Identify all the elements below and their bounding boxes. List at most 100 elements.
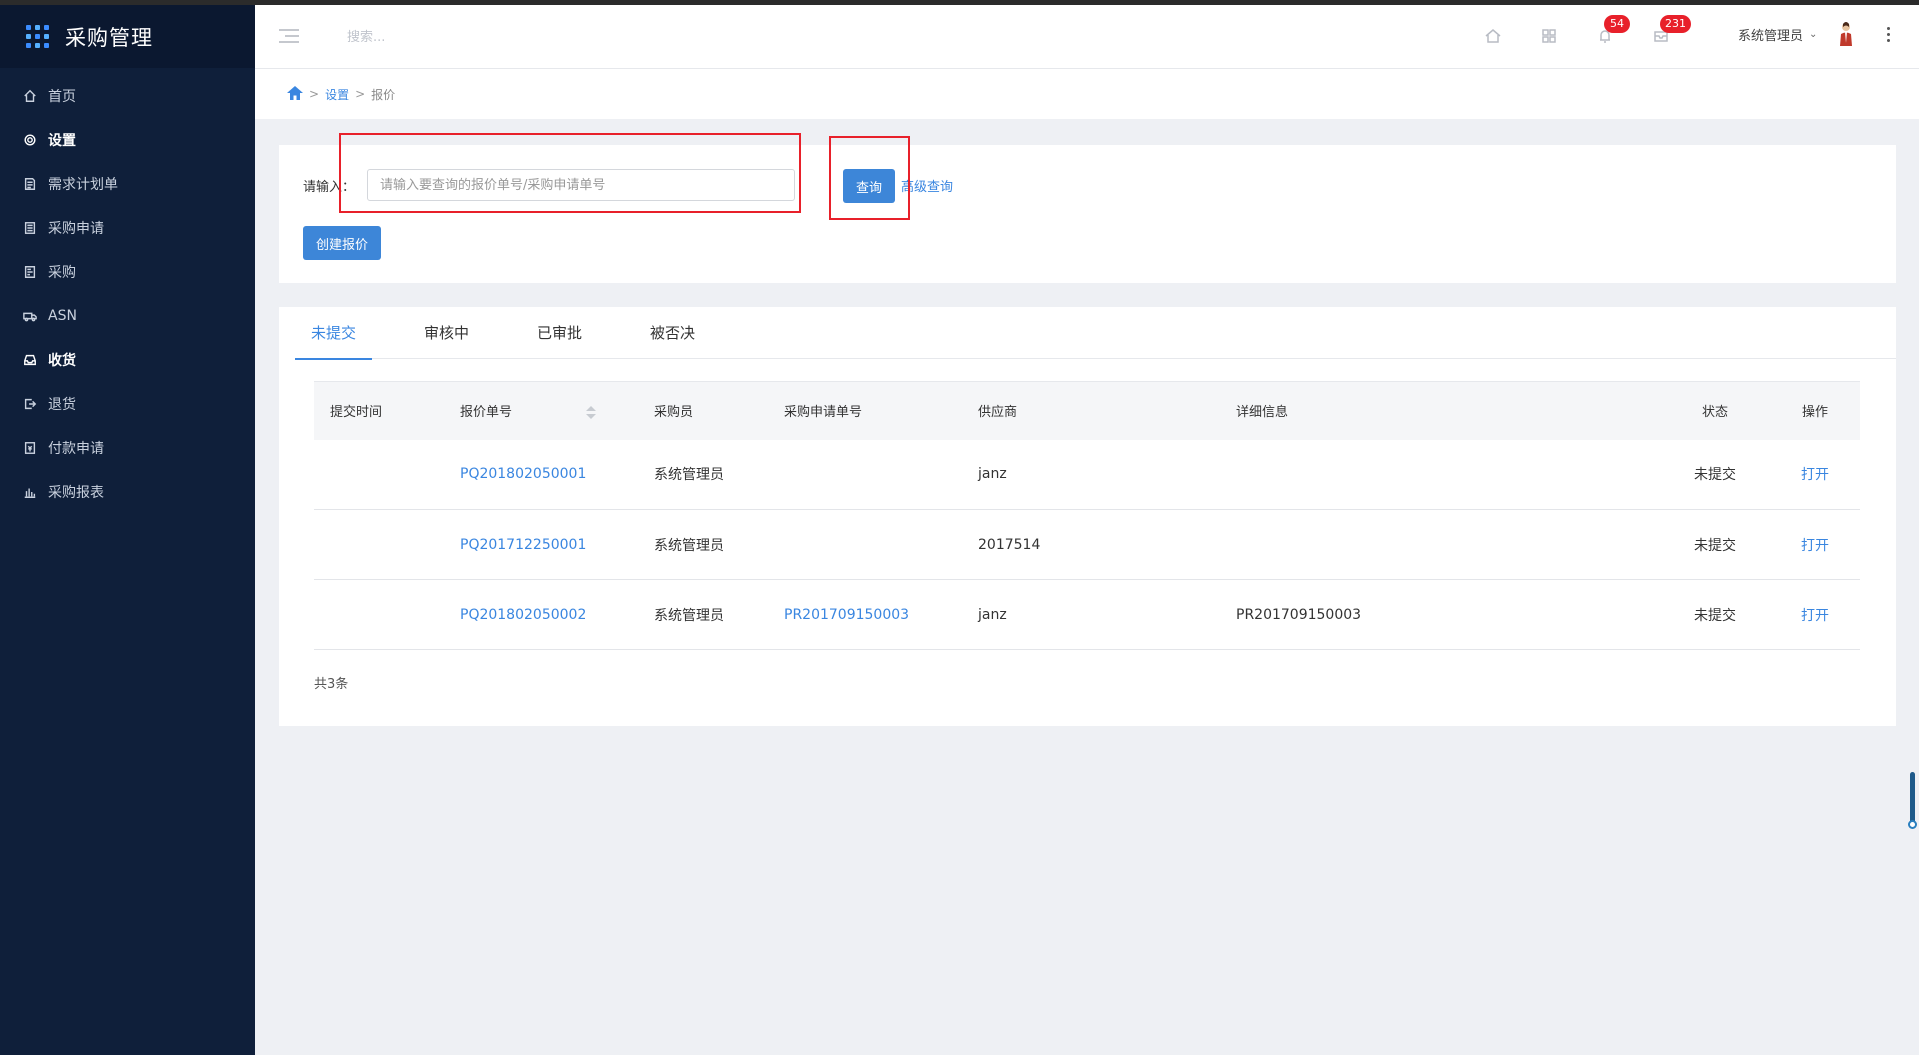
menu-toggle-icon[interactable] <box>279 29 299 43</box>
home-icon <box>22 88 38 104</box>
document-icon <box>22 176 38 192</box>
sidebar-item-label: 首页 <box>48 89 76 105</box>
cell-status: 未提交 <box>1660 579 1770 650</box>
cell-submit-time <box>314 579 444 650</box>
status-tabs: 未提交 审核中 已审批 被否决 <box>295 307 1896 360</box>
message-icon[interactable]: 231 <box>1652 15 1691 45</box>
bar-chart-icon <box>22 484 38 500</box>
cell-submit-time <box>314 509 444 580</box>
notification-badge: 54 <box>1604 15 1630 33</box>
table-header-row: 提交时间 报价单号 采购员 采购申请单号 供应商 详细信息 状态 操作 <box>314 381 1860 440</box>
quote-search-input[interactable] <box>367 169 795 201</box>
sidebar-item-settings[interactable]: 设置 <box>0 118 255 162</box>
apps-grid-icon[interactable] <box>26 25 49 48</box>
tab-not-submitted[interactable]: 未提交 <box>295 307 373 360</box>
sidebar-item-demand-plan[interactable]: 需求计划单 <box>0 162 255 206</box>
sidebar-item-label: 收货 <box>48 353 76 369</box>
sort-icon[interactable] <box>586 406 597 420</box>
global-search-input[interactable] <box>347 27 547 47</box>
bell-icon[interactable]: 54 <box>1596 15 1630 45</box>
sidebar-item-purchase-report[interactable]: 采购报表 <box>0 470 255 514</box>
breadcrumb-separator: > <box>309 87 320 101</box>
top-header: 54 231 系统管理员 ⌄ <box>255 5 1919 69</box>
table-row: PQ201712250001 系统管理员 2017514 未提交 打开 <box>314 509 1860 580</box>
request-number-link[interactable]: PR201709150003 <box>784 607 909 623</box>
user-menu[interactable]: 系统管理员 ⌄ <box>1738 25 1817 44</box>
column-header-request-no: 采购申请单号 <box>784 405 863 421</box>
sidebar-nav: 首页 设置 需求计划单 采购申请 采购 ASN 收货 退货 付款申请 采购报表 <box>0 68 255 514</box>
cell-detail: PR201709150003 <box>1220 579 1660 650</box>
sidebar-item-label: 付款申请 <box>48 441 104 457</box>
open-link[interactable]: 打开 <box>1801 608 1829 624</box>
home-icon[interactable] <box>287 85 303 103</box>
cell-detail <box>1220 439 1660 510</box>
quote-number-link[interactable]: PQ201802050001 <box>460 466 586 482</box>
sidebar-item-receiving[interactable]: 收货 <box>0 338 255 382</box>
cell-status: 未提交 <box>1660 509 1770 580</box>
breadcrumb: > 设置 > 报价 <box>255 69 1919 119</box>
sidebar-item-label: 需求计划单 <box>48 177 118 193</box>
inbox-icon <box>22 352 38 368</box>
column-header-buyer: 采购员 <box>654 405 694 421</box>
sidebar-item-payment-request[interactable]: 付款申请 <box>0 426 255 470</box>
truck-icon <box>22 308 38 324</box>
cell-detail <box>1220 509 1660 580</box>
open-link[interactable]: 打开 <box>1801 538 1829 554</box>
sidebar-item-asn[interactable]: ASN <box>0 294 255 338</box>
open-link[interactable]: 打开 <box>1801 467 1829 483</box>
breadcrumb-current: 报价 <box>371 87 396 102</box>
sidebar-item-returns[interactable]: 退货 <box>0 382 255 426</box>
quote-number-link[interactable]: PQ201802050002 <box>460 607 586 623</box>
cell-buyer: 系统管理员 <box>638 439 768 510</box>
breadcrumb-separator: > <box>355 87 366 101</box>
avatar[interactable] <box>1837 21 1855 47</box>
query-panel: 请输入： 查询 高级查询 创建报价 <box>279 145 1896 283</box>
quote-number-link[interactable]: PQ201712250001 <box>460 537 586 553</box>
quote-table: 提交时间 报价单号 采购员 采购申请单号 供应商 详细信息 状态 操作 PQ20… <box>314 381 1860 650</box>
more-vertical-icon[interactable] <box>1886 27 1892 45</box>
query-button[interactable]: 查询 <box>843 169 896 203</box>
cell-supplier: 2017514 <box>962 509 1220 580</box>
column-header-supplier: 供应商 <box>978 405 1018 421</box>
clipboard-icon <box>22 220 38 236</box>
column-header-status: 状态 <box>1701 405 1728 421</box>
sidebar-item-home[interactable]: 首页 <box>0 74 255 118</box>
total-count: 共3条 <box>314 677 349 692</box>
cell-supplier: janz <box>962 579 1220 650</box>
sidebar-item-label: 退货 <box>48 397 76 413</box>
app-title: 采购管理 <box>65 25 153 50</box>
advanced-query-link[interactable]: 高级查询 <box>901 176 953 195</box>
breadcrumb-settings[interactable]: 设置 <box>325 86 349 103</box>
sidebar-item-label: 采购申请 <box>48 221 104 237</box>
quote-list-panel: 未提交 审核中 已审批 被否决 提交时间 报价单号 采购员 采购申请单号 供应商… <box>279 307 1896 726</box>
message-badge: 231 <box>1660 15 1691 33</box>
column-header-detail: 详细信息 <box>1236 405 1289 421</box>
home-icon[interactable] <box>1484 27 1502 45</box>
sidebar: 采购管理 首页 设置 需求计划单 采购申请 采购 ASN 收货 退货 付款申请 … <box>0 5 255 1055</box>
table-row: PQ201802050001 系统管理员 janz 未提交 打开 <box>314 439 1860 510</box>
tab-approved[interactable]: 已审批 <box>521 307 598 359</box>
column-header-action: 操作 <box>1801 405 1828 421</box>
create-quote-button[interactable]: 创建报价 <box>303 226 382 260</box>
tab-rejected[interactable]: 被否决 <box>634 307 711 359</box>
sidebar-item-purchase-request[interactable]: 采购申请 <box>0 206 255 250</box>
chevron-down-icon: ⌄ <box>1809 29 1818 40</box>
brand: 采购管理 <box>0 5 255 68</box>
column-header-quote-no[interactable]: 报价单号 <box>444 382 638 440</box>
cell-submit-time <box>314 439 444 510</box>
cell-supplier: janz <box>962 439 1220 510</box>
cell-buyer: 系统管理员 <box>638 579 768 650</box>
payment-icon <box>22 440 38 456</box>
gear-icon <box>22 132 38 148</box>
sidebar-item-label: 采购 <box>48 265 76 281</box>
column-header-label: 报价单号 <box>460 405 513 421</box>
sidebar-item-purchase[interactable]: 采购 <box>0 250 255 294</box>
receipt-icon <box>22 264 38 280</box>
scroll-indicator[interactable] <box>1908 772 1917 829</box>
query-label: 请输入： <box>303 180 356 195</box>
return-icon <box>22 396 38 412</box>
user-name: 系统管理员 <box>1738 29 1804 44</box>
apps-icon[interactable] <box>1540 27 1558 45</box>
sidebar-item-label: ASN <box>48 308 77 324</box>
tab-under-review[interactable]: 审核中 <box>408 307 485 359</box>
